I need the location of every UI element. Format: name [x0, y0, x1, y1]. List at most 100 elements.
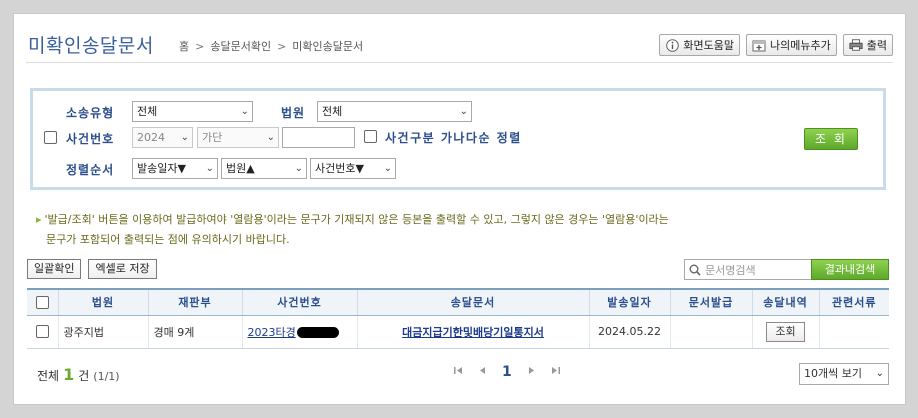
- case-year-select[interactable]: 2024 ⌄: [132, 127, 193, 148]
- row-checkbox[interactable]: [35, 325, 49, 339]
- cell-court: 광주지법: [57, 315, 148, 349]
- order-label: 정렬순서: [66, 163, 115, 177]
- excel-save-button[interactable]: 엑셀로 저장: [88, 259, 157, 279]
- court-select-value: 전체: [322, 105, 343, 118]
- order2-select[interactable]: 법원▲ ⌄: [221, 158, 307, 179]
- history-view-button[interactable]: 조회: [766, 321, 805, 342]
- order2-value: 법원▲: [226, 162, 255, 175]
- chevron-down-icon: ⌄: [383, 163, 392, 174]
- chevron-down-icon: ⌄: [205, 163, 214, 174]
- breadcrumb-home[interactable]: 홈: [179, 38, 189, 54]
- info-icon: [665, 38, 679, 52]
- action-buttons: 일괄확인 엑셀로 저장: [27, 259, 157, 279]
- select-all-header: [27, 288, 58, 316]
- case-number-label: 사건번호: [66, 132, 115, 146]
- sort-option-checkbox[interactable]: [364, 130, 377, 143]
- notice-text: ▸ '발급/조회' 버튼을 이용하여 발급하여야 '열람용'이라는 문구가 기재되…: [36, 210, 866, 250]
- top-toolbar: 화면도움말 나의메뉴추가 출력: [659, 34, 893, 56]
- pagination: 1: [454, 364, 560, 380]
- chevron-down-icon: ⌄: [240, 106, 249, 117]
- total-unit: 건: [78, 369, 90, 383]
- help-label: 화면도움말: [683, 39, 735, 52]
- chevron-down-icon: ⌄: [266, 132, 275, 143]
- notice-line-2: 문구가 포함되어 출력되는 점에 유의하시기 바랍니다.: [46, 233, 290, 246]
- query-button[interactable]: 조 회: [804, 128, 858, 150]
- row-checkbox-cell: [27, 315, 58, 349]
- type-select[interactable]: 전체 ⌄: [132, 101, 253, 122]
- chevron-right-icon: >: [195, 39, 205, 53]
- document-link[interactable]: 대금지급기한및배당기일통지서: [402, 326, 544, 339]
- result-search-button[interactable]: 결과내검색: [811, 259, 889, 280]
- type-label: 소송유형: [66, 106, 115, 120]
- print-label: 출력: [866, 39, 887, 52]
- page-info: (1/1): [93, 370, 120, 383]
- help-button[interactable]: 화면도움말: [659, 34, 741, 56]
- page-number-current[interactable]: 1: [502, 364, 512, 380]
- col-court: 법원: [57, 288, 148, 316]
- breadcrumb: 홈 > 송달문서확인 > 미확인송달문서: [179, 38, 363, 54]
- add-bookmark-icon: [752, 38, 766, 52]
- total-label: 전체: [37, 369, 60, 383]
- table-row: 광주지법 경매 9계 2023타경 대금지급기한및배당기일통지서 2024.05…: [27, 315, 889, 349]
- type-select-value: 전체: [137, 105, 158, 118]
- main-panel: 미확인송달문서 홈 > 송달문서확인 > 미확인송달문서 화면도움말 나의메뉴추…: [13, 13, 906, 405]
- order3-value: 사건번호▼: [315, 162, 364, 175]
- chevron-down-icon: ⌄: [294, 163, 303, 174]
- chevron-right-icon: >: [277, 39, 287, 53]
- first-page-icon[interactable]: [454, 366, 463, 378]
- order3-select[interactable]: 사건번호▼ ⌄: [310, 158, 396, 179]
- printer-icon: [849, 38, 863, 52]
- sort-option-label: 사건구분 가나다순 정렬: [385, 131, 522, 145]
- bullet-icon: ▸: [36, 213, 42, 226]
- case-year-value: 2024: [137, 131, 165, 144]
- search-icon: [685, 260, 705, 279]
- per-page-value: 10개씩 보기: [804, 367, 862, 380]
- col-case-no: 사건번호: [241, 288, 357, 316]
- breadcrumb-current: 미확인송달문서: [292, 40, 364, 53]
- cell-related: [818, 315, 889, 349]
- page-title: 미확인송달문서: [28, 35, 154, 57]
- add-menu-button[interactable]: 나의메뉴추가: [746, 34, 837, 56]
- notice-line-1: ▸ '발급/조회' 버튼을 이용하여 발급하여야 '열람용'이라는 문구가 기재되…: [36, 210, 866, 230]
- total-number: 1: [63, 365, 75, 384]
- chevron-down-icon: ⌄: [459, 106, 468, 117]
- case-number-checkbox[interactable]: [44, 131, 57, 144]
- cell-history: 조회: [751, 315, 819, 349]
- cell-sent-date: 2024.05.22: [588, 315, 670, 349]
- next-page-icon[interactable]: [528, 366, 535, 378]
- breadcrumb-confirm[interactable]: 송달문서확인: [210, 38, 271, 54]
- print-button[interactable]: 출력: [842, 34, 893, 56]
- last-page-icon[interactable]: [551, 366, 560, 378]
- col-related: 관련서류: [818, 288, 889, 316]
- court-label: 법원: [281, 106, 306, 120]
- per-page-select[interactable]: 10개씩 보기 ⌄: [799, 363, 889, 385]
- court-select[interactable]: 전체 ⌄: [317, 101, 472, 122]
- add-menu-label: 나의메뉴추가: [770, 39, 831, 52]
- bulk-confirm-button[interactable]: 일괄확인: [27, 259, 82, 279]
- chevron-down-icon: ⌄: [875, 368, 884, 379]
- col-document: 송달문서: [356, 288, 589, 316]
- case-number-input[interactable]: [282, 127, 355, 148]
- cell-issue: [669, 315, 752, 349]
- col-division: 재판부: [147, 288, 242, 316]
- order1-select[interactable]: 발송일자▼ ⌄: [132, 158, 218, 179]
- select-all-checkbox[interactable]: [35, 296, 49, 309]
- cell-division: 경매 9계: [147, 315, 242, 349]
- total-count: 전체 1 건 (1/1): [37, 365, 120, 384]
- prev-page-icon[interactable]: [479, 366, 486, 378]
- table-header-row: 법원 재판부 사건번호 송달문서 발송일자 문서발급 송달내역 관련서류: [27, 288, 889, 316]
- notice-line-1-text: '발급/조회' 버튼을 이용하여 발급하여야 '열람용'이라는 문구가 기재되지…: [44, 213, 669, 226]
- chevron-down-icon: ⌄: [180, 132, 189, 143]
- order1-value: 발송일자▼: [137, 162, 186, 175]
- case-kind-value: 가단: [202, 131, 223, 144]
- cell-case-no: 2023타경: [241, 315, 357, 349]
- cell-document: 대금지급기한및배당기일통지서: [356, 315, 589, 349]
- documents-table: 법원 재판부 사건번호 송달문서 발송일자 문서발급 송달내역 관련서류 광주지…: [27, 288, 889, 349]
- col-history: 송달내역: [751, 288, 819, 316]
- col-sent-date: 발송일자: [588, 288, 670, 316]
- doc-search-input[interactable]: 문서명검색: [684, 259, 812, 280]
- search-form: 소송유형 전체 ⌄ 법원 전체 ⌄ 사건번호 2024 ⌄ 가단 ⌄ 사건구분 가나다순…: [30, 88, 886, 190]
- case-no-link[interactable]: 2023타경: [248, 326, 296, 339]
- case-kind-select[interactable]: 가단 ⌄: [197, 127, 279, 148]
- col-issue: 문서발급: [669, 288, 752, 316]
